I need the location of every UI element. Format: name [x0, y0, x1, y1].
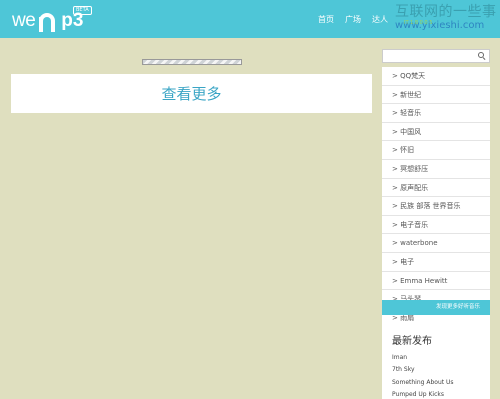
logo-mark-icon — [36, 8, 60, 32]
latest-release-item[interactable]: 7th Sky — [392, 364, 490, 376]
nav-home[interactable]: 首页 — [318, 14, 334, 26]
top-header: we p3 BETA 首页 广场 达人 互联网的一些事 www.yixieshi… — [0, 0, 500, 38]
logo[interactable]: we p3 BETA — [12, 6, 92, 32]
tag-item[interactable]: > 冥想舒压 — [382, 160, 490, 179]
logo-text-prefix: we — [12, 10, 36, 31]
site-watermark: 互联网的一些事 www.yixieshi.com — [395, 4, 500, 32]
tag-item[interactable]: > 新世纪 — [382, 86, 490, 105]
nav-experts[interactable]: 达人 — [372, 14, 388, 26]
beta-badge: BETA — [73, 6, 92, 15]
latest-releases-title: 最新发布 — [392, 336, 432, 347]
tag-item[interactable]: > 原声配乐 — [382, 179, 490, 198]
tag-list: > QQ梵天 > 新世纪 > 轻音乐 > 中国风 > 怀旧 > 冥想舒压 > 原… — [382, 67, 490, 328]
latest-release-item[interactable]: Pumped Up Kicks — [392, 389, 490, 399]
view-more-label: 查看更多 — [161, 84, 222, 103]
search-icon[interactable] — [478, 52, 486, 60]
latest-release-item[interactable]: Something About Us — [392, 377, 490, 389]
view-more-button[interactable]: 查看更多 — [11, 74, 372, 113]
tag-item[interactable]: > 电子 — [382, 253, 490, 272]
main-nav: 首页 广场 达人 — [318, 14, 399, 26]
nav-square[interactable]: 广场 — [345, 14, 361, 26]
tag-item[interactable]: > 民族 部落 世界音乐 — [382, 197, 490, 216]
tag-item[interactable]: > waterbone — [382, 234, 490, 253]
discover-more-music-button[interactable]: 发现更多好听音乐 — [382, 300, 490, 315]
tag-item[interactable]: > 怀旧 — [382, 141, 490, 160]
tag-item[interactable]: > 电子音乐 — [382, 216, 490, 235]
search-input[interactable] — [382, 49, 490, 63]
loading-progress-bar — [142, 59, 242, 65]
tag-item[interactable]: > 中国风 — [382, 123, 490, 142]
watermark-title: 互联网的一些事 — [395, 4, 497, 20]
tag-item[interactable]: > QQ梵天 — [382, 67, 490, 86]
latest-release-item[interactable]: Iman — [392, 352, 490, 364]
tag-item[interactable]: > 轻音乐 — [382, 104, 490, 123]
tag-item[interactable]: > Emma Hewitt — [382, 272, 490, 291]
watermark-sub: IT 1 8 0 0 5 — [404, 20, 433, 26]
latest-releases-panel: 最新发布 Iman 7th Sky Something About Us Pum… — [382, 324, 490, 399]
